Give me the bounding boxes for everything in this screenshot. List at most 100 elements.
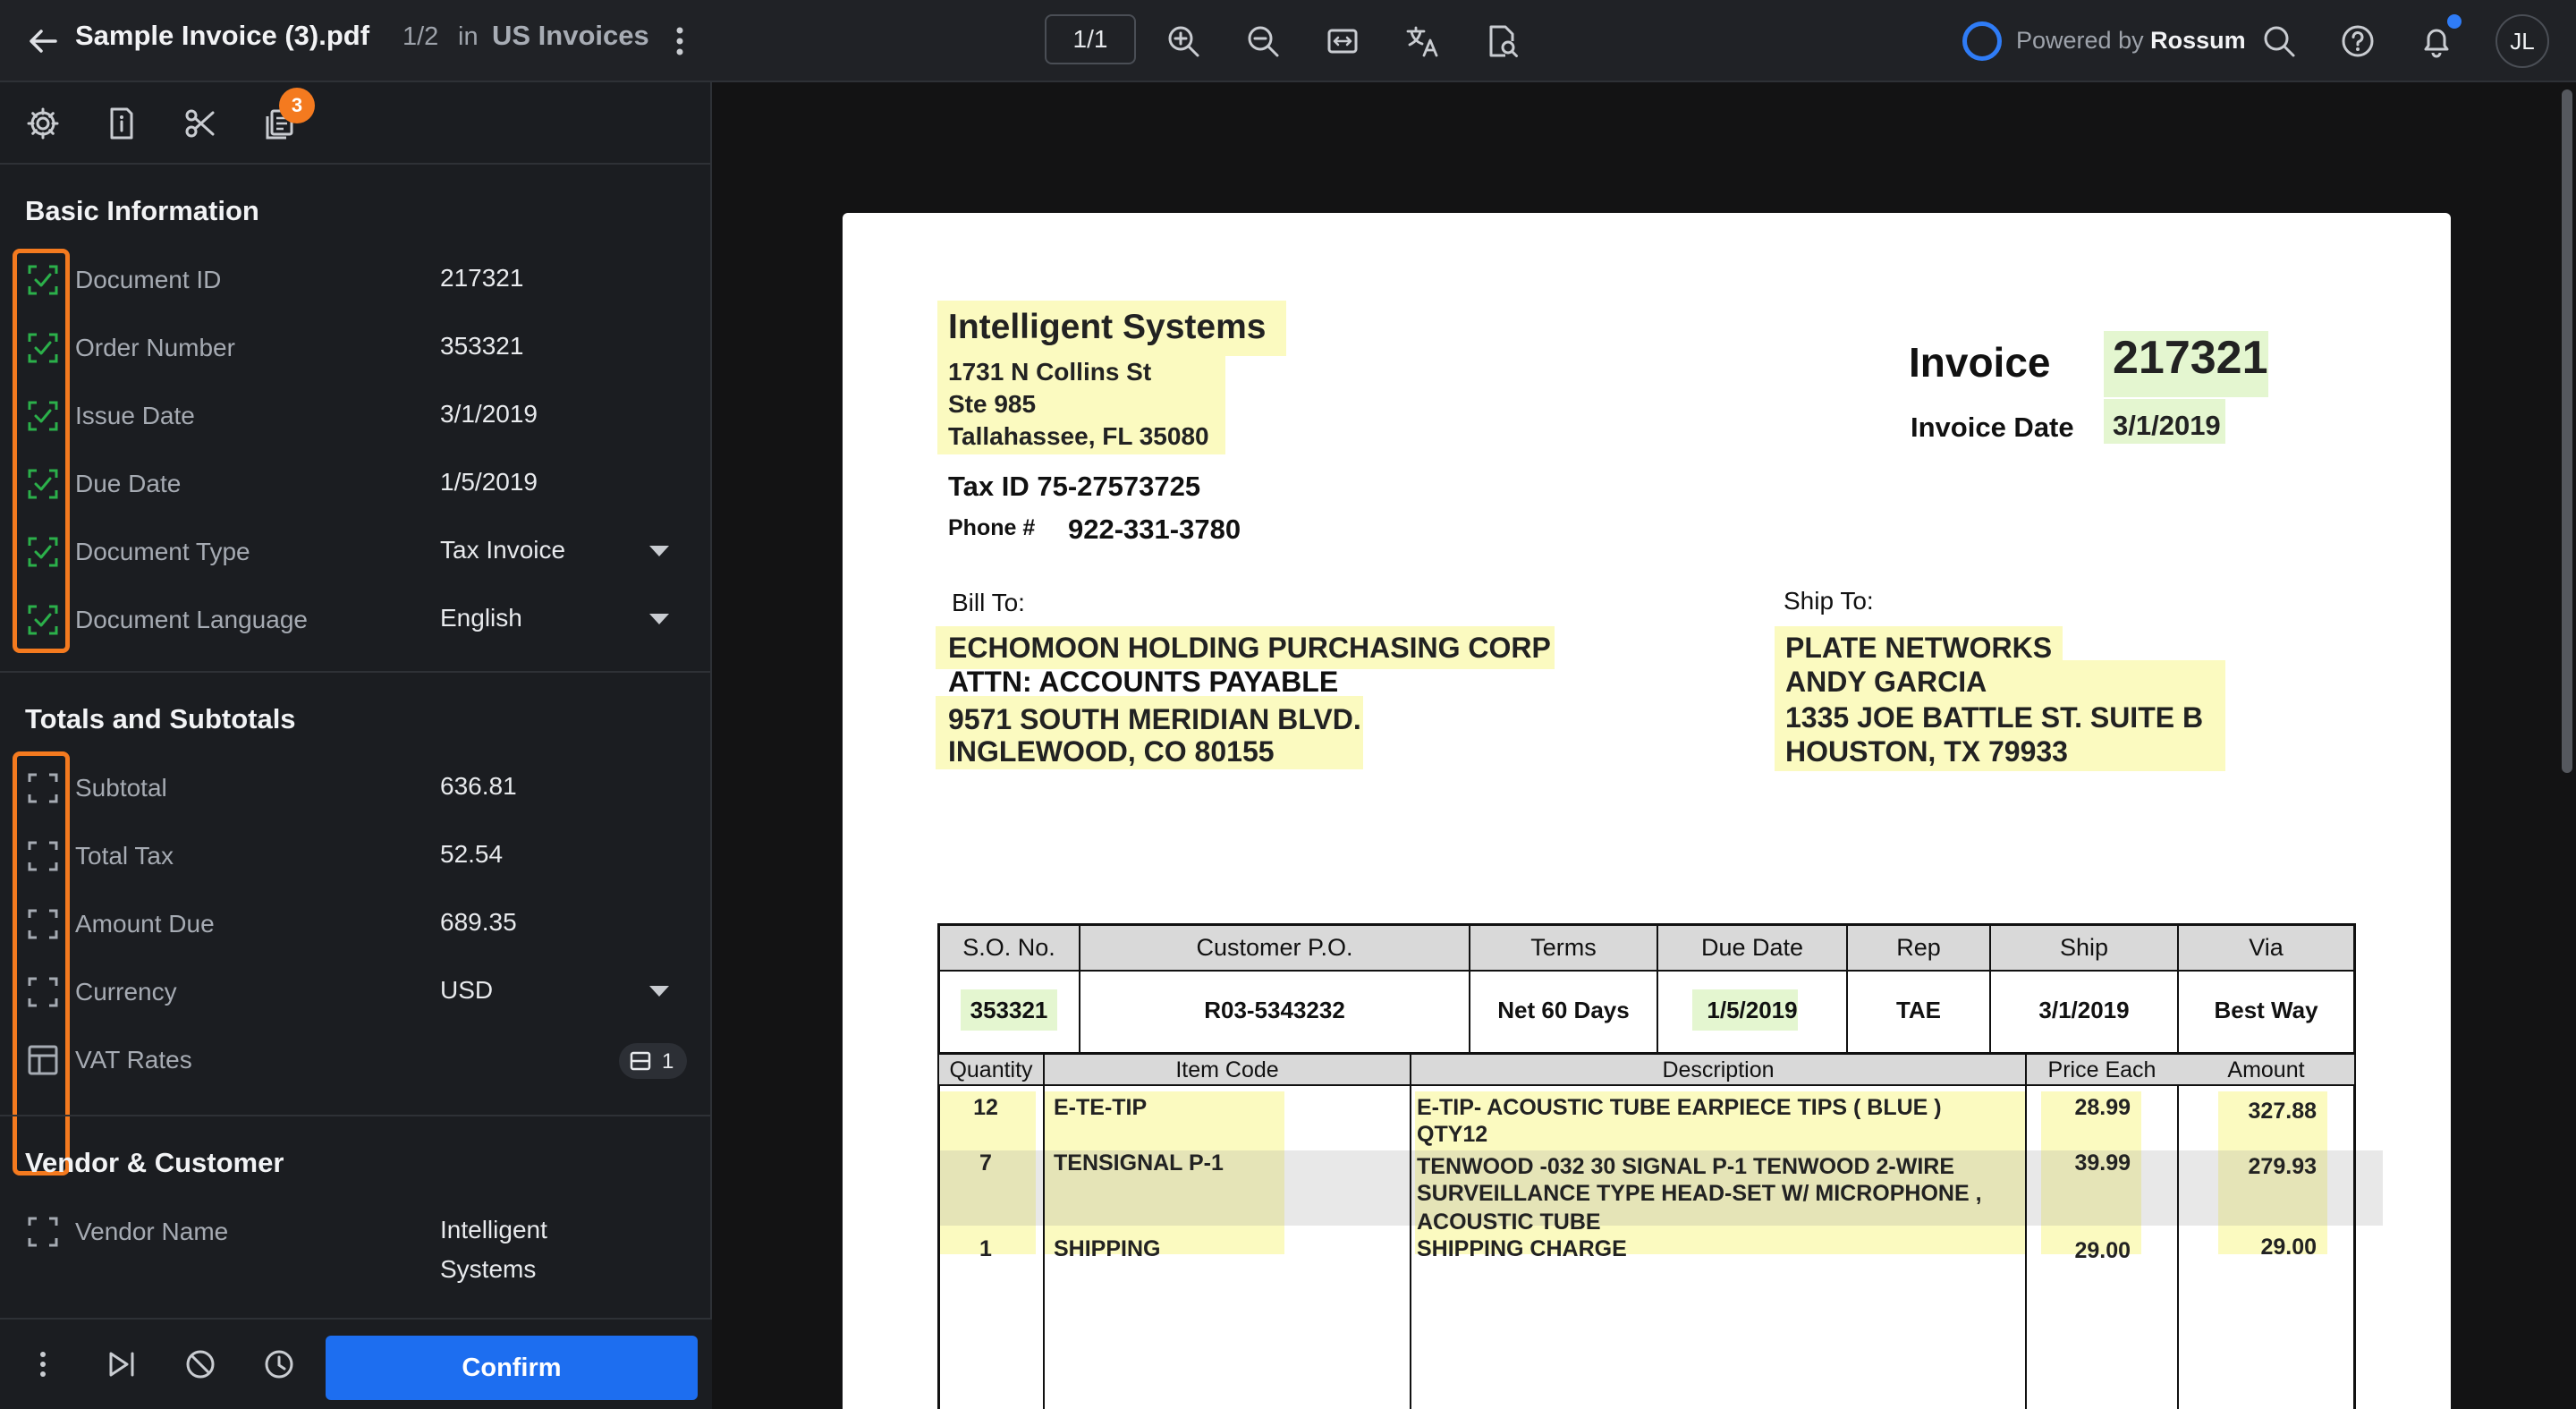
bill-to-line: ATTN: ACCOUNTS PAYABLE — [948, 666, 1339, 698]
order-value-cell: TAE — [1895, 997, 1942, 1023]
more-options-icon[interactable] — [667, 21, 692, 61]
order-header-cell: Via — [2249, 934, 2284, 961]
zoom-in-icon[interactable] — [1164, 21, 1203, 61]
field-amount-due[interactable]: Amount Due 689.35 — [0, 893, 712, 955]
powered-by-text: Powered by Rossum — [2016, 27, 2246, 55]
sidebar: 3 Basic Information Document ID 217321 O… — [0, 82, 712, 1409]
field-value[interactable]: 353321 — [440, 327, 523, 366]
search-icon[interactable] — [2259, 21, 2299, 61]
validated-field-icon — [28, 265, 58, 295]
vat-rates-count-chip[interactable]: 1 — [619, 1043, 687, 1079]
field-label: Vendor Name — [75, 1218, 229, 1245]
bill-to-label: Bill To: — [952, 589, 1025, 616]
field-value[interactable]: English — [440, 598, 522, 638]
field-document-type[interactable]: Document Type Tax Invoice — [0, 521, 712, 583]
item-desc-line: SURVEILLANCE TYPE HEAD-SET W/ MICROPHONE… — [1417, 1181, 1982, 1206]
skip-next-icon[interactable] — [104, 1346, 140, 1382]
validated-field-icon — [28, 469, 58, 499]
document-search-icon[interactable] — [1482, 21, 1521, 61]
field-value[interactable]: Intelligent Systems — [440, 1210, 547, 1289]
field-label: Total Tax — [75, 842, 174, 870]
ship-to-line: PLATE NETWORKS — [1785, 632, 2053, 664]
field-value[interactable]: 636.81 — [440, 767, 517, 806]
sidebar-footer: Confirm — [0, 1318, 712, 1409]
table-rule — [1410, 1054, 1411, 1409]
viewer-scrollbar-thumb[interactable] — [2562, 89, 2572, 773]
ship-to-line: ANDY GARCIA — [1785, 666, 1987, 698]
field-due-date[interactable]: Due Date 1/5/2019 — [0, 453, 712, 515]
item-qty: 12 — [973, 1095, 998, 1120]
field-label: Issue Date — [75, 402, 195, 429]
field-value-line: Intelligent — [440, 1216, 547, 1243]
bill-to-line: INGLEWOOD, CO 80155 — [948, 735, 1275, 768]
field-label: VAT Rates — [75, 1046, 192, 1074]
phone-number: 922-331-3780 — [1068, 514, 1241, 545]
field-issue-date[interactable]: Issue Date 3/1/2019 — [0, 385, 712, 447]
order-value-cell: Net 60 Days — [1497, 997, 1630, 1023]
item-qty: 1 — [979, 1236, 992, 1261]
field-document-language[interactable]: Document Language English — [0, 589, 712, 651]
field-total-tax[interactable]: Total Tax 52.54 — [0, 825, 712, 887]
items-header-cell: Quantity — [949, 1057, 1033, 1082]
page-number-input[interactable]: 1/1 — [1045, 14, 1136, 64]
field-label: Order Number — [75, 334, 235, 361]
field-vat-rates[interactable]: VAT Rates 1 — [0, 1029, 712, 1091]
items-header-cell: Item Code — [1175, 1057, 1279, 1082]
field-order-number[interactable]: Order Number 353321 — [0, 317, 712, 379]
order-header-cell: Ship — [2059, 934, 2109, 961]
queue-name-link[interactable]: US Invoices — [492, 20, 649, 52]
table-rule — [937, 1084, 2356, 1086]
caret-down-icon[interactable] — [649, 614, 669, 624]
field-value[interactable]: 217321 — [440, 259, 523, 298]
fit-page-icon[interactable] — [1323, 21, 1362, 61]
section-title-basic: Basic Information — [25, 195, 259, 226]
invoice-page: Intelligent Systems 1731 N Collins St St… — [843, 213, 2451, 1409]
reject-icon[interactable] — [182, 1346, 218, 1382]
field-value[interactable]: USD — [440, 971, 493, 1010]
field-label: Document ID — [75, 266, 222, 293]
invoice-number: 217321 — [2113, 332, 2268, 384]
postpone-clock-icon[interactable] — [261, 1346, 297, 1382]
more-actions-icon[interactable] — [25, 1346, 61, 1382]
table-grid-icon — [28, 1045, 58, 1075]
field-document-id[interactable]: Document ID 217321 — [0, 249, 712, 311]
notification-dot — [2447, 14, 2462, 29]
settings-gear-icon[interactable] — [23, 104, 63, 143]
caret-down-icon[interactable] — [649, 986, 669, 997]
table-rule — [2353, 923, 2356, 1409]
sidebar-toolbar: 3 — [0, 82, 712, 165]
field-label: Currency — [75, 978, 177, 1006]
table-rows-icon — [630, 1051, 651, 1071]
field-label: Subtotal — [75, 774, 167, 802]
document-pager: 1/2 — [402, 22, 439, 51]
caret-down-icon[interactable] — [649, 546, 669, 556]
confirm-button[interactable]: Confirm — [326, 1336, 698, 1400]
field-value[interactable]: 1/5/2019 — [440, 463, 538, 502]
order-value-cell: 1/5/2019 — [1707, 997, 1798, 1023]
translate-icon[interactable] — [1402, 21, 1442, 61]
document-info-icon[interactable] — [102, 104, 141, 143]
field-currency[interactable]: Currency USD — [0, 961, 712, 1023]
back-arrow-icon[interactable] — [23, 21, 63, 61]
item-amount: 29.00 — [2260, 1235, 2317, 1260]
table-rule — [937, 923, 2356, 926]
zoom-out-icon[interactable] — [1243, 21, 1283, 61]
item-price: 29.00 — [2074, 1238, 2131, 1263]
rossum-logo-icon — [1962, 21, 2002, 61]
field-vendor-name[interactable]: Vendor Name Intelligent Systems — [0, 1201, 712, 1290]
field-label: Amount Due — [75, 910, 215, 938]
user-avatar[interactable]: JL — [2496, 14, 2549, 68]
field-value[interactable]: 52.54 — [440, 835, 503, 874]
field-subtotal[interactable]: Subtotal 636.81 — [0, 757, 712, 819]
scissors-split-icon[interactable] — [181, 104, 220, 143]
items-header-cell: Price Each — [2047, 1057, 2157, 1082]
order-header-cell: Customer P.O. — [1196, 934, 1353, 961]
item-code: TENSIGNAL P-1 — [1054, 1150, 1224, 1176]
bill-to-line: ECHOMOON HOLDING PURCHASING CORP — [948, 632, 1551, 664]
help-icon[interactable] — [2338, 21, 2377, 61]
bill-to-line: 9571 SOUTH MERIDIAN BLVD. — [948, 703, 1361, 735]
field-value[interactable]: 3/1/2019 — [440, 395, 538, 434]
field-value[interactable]: Tax Invoice — [440, 530, 565, 570]
field-value[interactable]: 689.35 — [440, 903, 517, 942]
section-divider — [0, 1115, 712, 1116]
